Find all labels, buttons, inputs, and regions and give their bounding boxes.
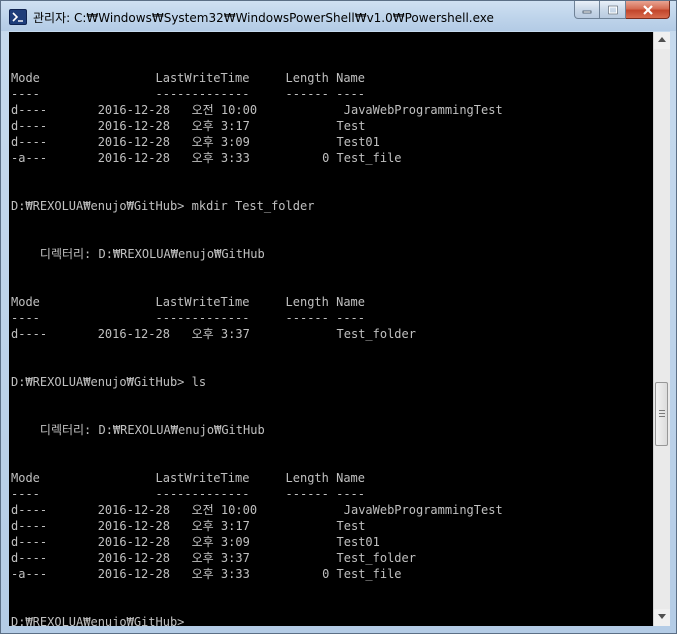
scroll-down-button[interactable] xyxy=(654,609,670,626)
grip-icon xyxy=(659,410,665,419)
console-line: d---- 2016-12-28 오후 3:09 Test01 xyxy=(11,135,380,149)
scrollbar-thumb[interactable] xyxy=(655,382,668,446)
console-line: -a--- 2016-12-28 오후 3:33 0 Test_file xyxy=(11,151,402,165)
console-line: d---- 2016-12-28 오후 3:17 Test xyxy=(11,519,366,533)
console-line: d---- 2016-12-28 오전 10:00 JavaWebProgram… xyxy=(11,503,503,517)
minimize-icon xyxy=(582,10,592,13)
console-line: ---- ------------- ------ ---- xyxy=(11,487,366,501)
console-line: d---- 2016-12-28 오전 10:00 JavaWebProgram… xyxy=(11,103,503,117)
console-line: Mode LastWriteTime Length Name xyxy=(11,295,366,309)
powershell-window: 관리자: C:₩Windows₩System32₩WindowsPowerShe… xyxy=(0,0,677,634)
arrow-down-icon xyxy=(658,614,666,619)
title-bar[interactable]: 관리자: C:₩Windows₩System32₩WindowsPowerShe… xyxy=(1,1,676,31)
close-button[interactable] xyxy=(626,1,670,19)
powershell-icon[interactable] xyxy=(9,9,27,25)
console-line: ---- ------------- ------ ---- xyxy=(11,87,366,101)
console-line: -a--- 2016-12-28 오후 3:33 0 Test_file xyxy=(11,567,402,581)
scroll-up-button[interactable] xyxy=(654,32,670,49)
caption-buttons xyxy=(574,1,670,21)
arrow-up-icon xyxy=(658,37,666,42)
console-line: 디렉터리: D:₩REXOLUA₩enujo₩GitHub xyxy=(11,247,265,261)
maximize-button[interactable] xyxy=(600,1,626,19)
console-line: d---- 2016-12-28 오후 3:17 Test xyxy=(11,119,366,133)
console-line: D:₩REXOLUA₩enujo₩GitHub> xyxy=(11,615,185,626)
window-title: 관리자: C:₩Windows₩System32₩WindowsPowerShe… xyxy=(33,11,494,25)
console-line: d---- 2016-12-28 오후 3:37 Test_folder xyxy=(11,551,416,565)
console-line: 디렉터리: D:₩REXOLUA₩enujo₩GitHub xyxy=(11,423,265,437)
maximize-icon xyxy=(607,5,618,14)
minimize-button[interactable] xyxy=(574,1,600,19)
console-output[interactable]: Mode LastWriteTime Length Name ---- -----… xyxy=(9,32,653,626)
console-line: ---- ------------- ------ ---- xyxy=(11,311,366,325)
console-line: d---- 2016-12-28 오후 3:09 Test01 xyxy=(11,535,380,549)
close-icon xyxy=(642,4,653,15)
vertical-scrollbar[interactable] xyxy=(653,32,670,626)
console-lines: Mode LastWriteTime Length Name ---- -----… xyxy=(11,70,503,626)
console-line: Mode LastWriteTime Length Name xyxy=(11,471,366,485)
console-line: D:₩REXOLUA₩enujo₩GitHub> mkdir Test_fold… xyxy=(11,199,315,213)
console-line: Mode LastWriteTime Length Name xyxy=(11,71,366,85)
console-line: D:₩REXOLUA₩enujo₩GitHub> ls xyxy=(11,375,207,389)
console-line: d---- 2016-12-28 오후 3:37 Test_folder xyxy=(11,327,416,341)
